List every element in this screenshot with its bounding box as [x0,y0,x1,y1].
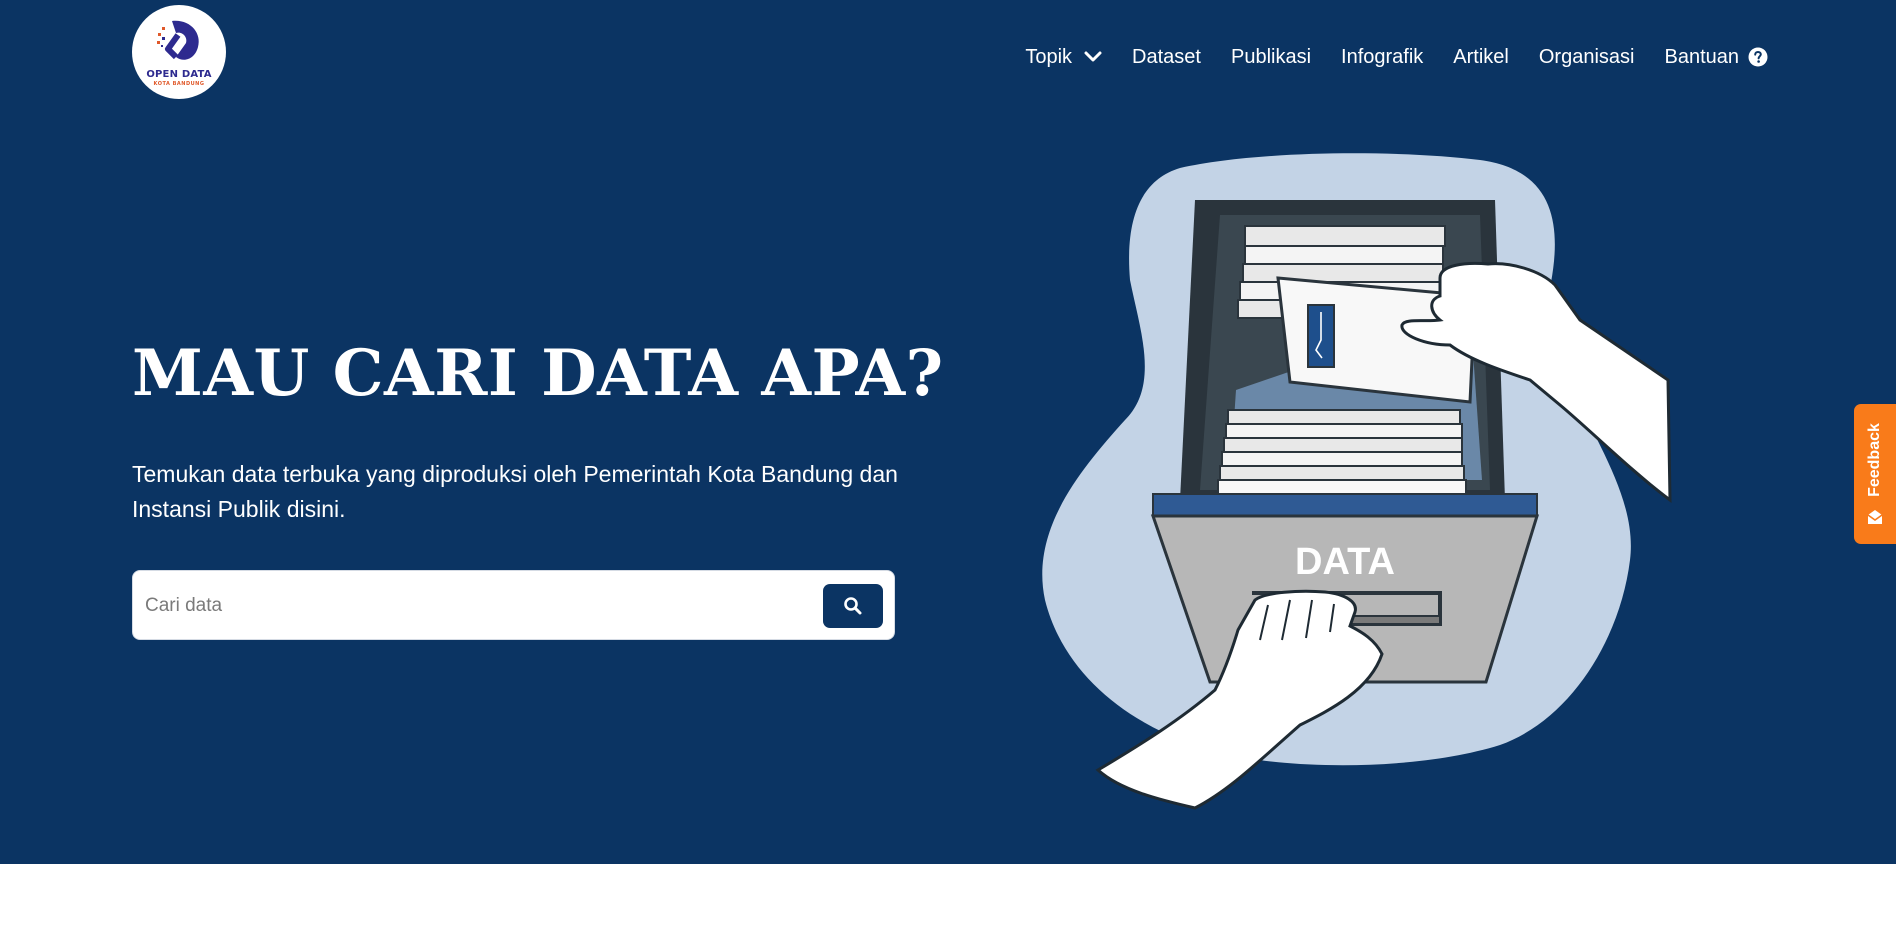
search-icon [844,597,862,615]
page-title: MAU CARI DATA APA? [132,336,944,411]
nav-item-label: Publikasi [1230,45,1312,68]
search-bar [132,570,895,640]
nav-item-label: Organisasi [1538,45,1635,68]
site-logo[interactable]: OPEN DATA KOTA BANDUNG [132,5,226,99]
nav-item-infografik[interactable]: Infografik [1341,46,1423,69]
nav-item-label: Bantuan [1664,45,1739,68]
nav-item-topik[interactable]: Topik [1025,46,1102,69]
feedback-button[interactable]: Feedback [1854,404,1896,544]
nav-item-publikasi[interactable]: Publikasi [1231,46,1311,69]
nav-item-label: Dataset [1132,45,1201,68]
feedback-label: Feedback [1866,423,1883,497]
logo-text: OPEN DATA [146,69,212,80]
nav-item-bantuan[interactable]: Bantuan [1664,46,1768,69]
chevron-down-icon [1084,51,1102,62]
nav-item-dataset[interactable]: Dataset [1132,46,1201,69]
mail-icon [1867,510,1883,524]
drawer-label: DATA [1295,541,1395,583]
page-subtitle: Temukan data terbuka yang diproduksi ole… [132,461,898,522]
logo-subtext: KOTA BANDUNG [153,81,205,87]
file-cabinet-illustration: DATA [1042,153,1672,810]
search-input[interactable] [143,581,747,631]
main-nav: Topik Dataset Publikasi Infografik Artik… [995,42,1768,72]
nav-item-label: Artikel [1453,45,1509,68]
nav-item-artikel[interactable]: Artikel [1453,46,1509,69]
nav-item-label: Topik [1025,45,1073,68]
help-circle-icon [1748,47,1768,67]
search-button[interactable] [823,584,883,628]
hero-section: OPEN DATA KOTA BANDUNG Topik Dataset Pub… [0,0,1896,864]
nav-item-label: Infografik [1341,45,1424,68]
nav-item-organisasi[interactable]: Organisasi [1539,46,1635,69]
